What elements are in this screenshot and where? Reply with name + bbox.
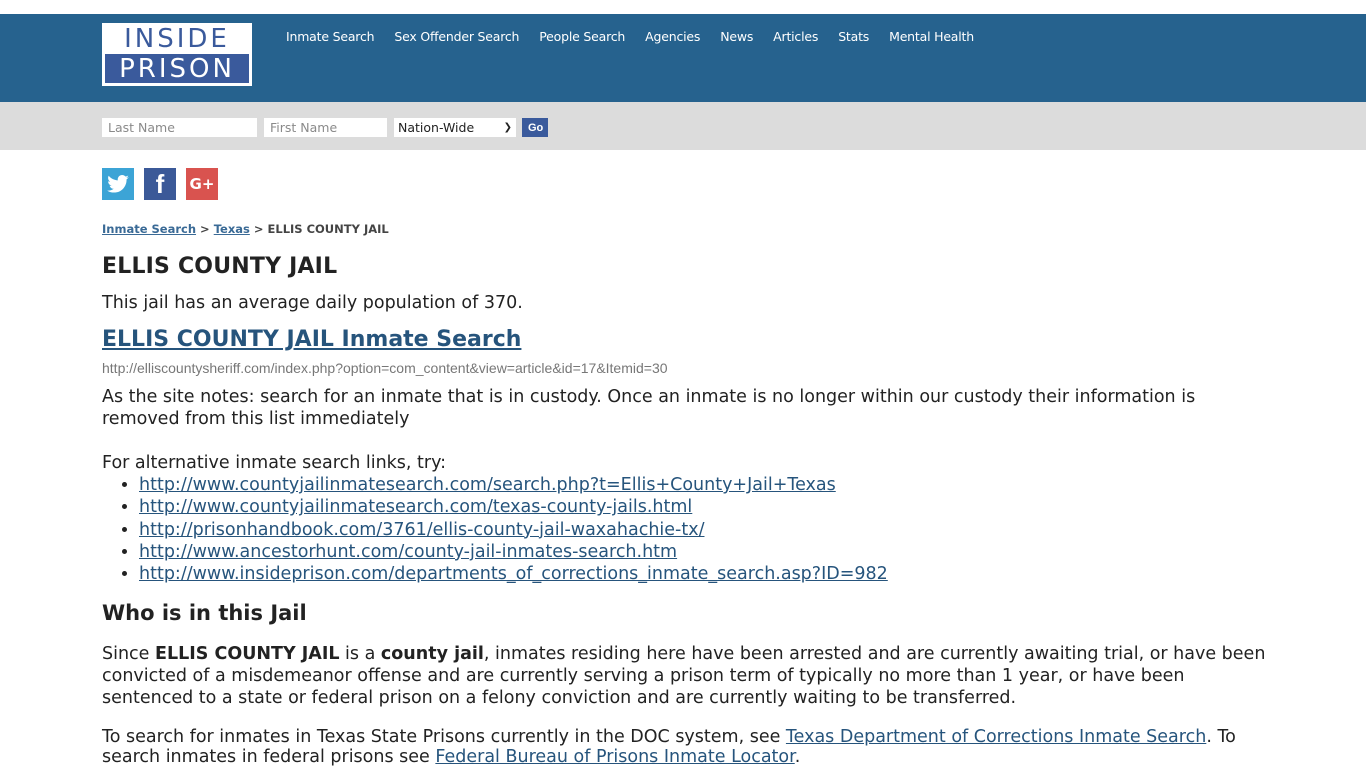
list-item: http://www.countyjailinmatesearch.com/se…: [139, 474, 1266, 496]
texas-doc-link[interactable]: Texas Department of Corrections Inmate S…: [786, 727, 1206, 747]
breadcrumb-inmate-search[interactable]: Inmate Search: [102, 222, 196, 236]
site-note: As the site notes: search for an inmate …: [102, 387, 1196, 429]
breadcrumb-current: ELLIS COUNTY JAIL: [267, 222, 389, 236]
alt-links-list: http://www.countyjailinmatesearch.com/se…: [102, 474, 1266, 585]
go-button[interactable]: Go: [522, 118, 548, 137]
jail-name-bold: ELLIS COUNTY JAIL: [155, 644, 340, 665]
breadcrumb-separator: >: [253, 222, 264, 236]
google-plus-icon[interactable]: G+: [186, 168, 218, 200]
chevron-down-icon: ❯: [503, 122, 512, 133]
jail-type-bold: county jail: [380, 644, 484, 665]
social-share: f G+: [102, 168, 1266, 200]
nav-mental-health[interactable]: Mental Health: [889, 29, 974, 44]
inmate-search-link[interactable]: ELLIS COUNTY JAIL Inmate Search: [102, 327, 521, 352]
search-bar: Nation-Wide ❯ Go: [0, 102, 1366, 150]
alt-links-intro: For alternative inmate search links, try…: [102, 453, 447, 473]
top-gap: [0, 0, 1366, 14]
scope-select[interactable]: Nation-Wide ❯: [394, 118, 516, 137]
search-url: http://elliscountysheriff.com/index.php?…: [102, 360, 668, 376]
alt-link[interactable]: http://www.insideprison.com/departments_…: [139, 564, 888, 584]
logo-text-bottom: PRISON: [105, 54, 249, 84]
logo-text-top: INSIDE: [103, 24, 251, 54]
alt-link[interactable]: http://www.countyjailinmatesearch.com/te…: [139, 497, 692, 517]
facebook-icon[interactable]: f: [144, 168, 176, 200]
alt-link[interactable]: http://www.ancestorhunt.com/county-jail-…: [139, 542, 677, 562]
nav-agencies[interactable]: Agencies: [645, 29, 700, 44]
list-item: http://prisonhandbook.com/3761/ellis-cou…: [139, 519, 1266, 541]
text: To search for inmates in Texas State Pri…: [102, 727, 786, 748]
population-text: This jail has an average daily populatio…: [102, 293, 523, 313]
main-content: f G+ Inmate Search > Texas > ELLIS COUNT…: [0, 168, 1366, 767]
nav-stats[interactable]: Stats: [838, 29, 869, 44]
nav-inmate-search[interactable]: Inmate Search: [286, 29, 375, 44]
text: .: [794, 747, 801, 768]
list-item: http://www.insideprison.com/departments_…: [139, 563, 1266, 585]
breadcrumb-texas[interactable]: Texas: [214, 222, 250, 236]
twitter-icon[interactable]: [102, 168, 134, 200]
breadcrumb-separator: >: [200, 222, 210, 236]
first-name-input[interactable]: [264, 118, 387, 137]
nav-news[interactable]: News: [720, 29, 753, 44]
doc-paragraph: To search for inmates in Texas State Pri…: [102, 727, 1266, 767]
who-heading: Who is in this Jail: [102, 601, 307, 626]
text: Since: [102, 644, 156, 665]
site-logo[interactable]: INSIDE PRISON: [102, 23, 252, 86]
main-nav: Inmate Search Sex Offender Search People…: [286, 29, 994, 44]
alt-link[interactable]: http://www.countyjailinmatesearch.com/se…: [139, 475, 836, 495]
scope-select-value: Nation-Wide: [398, 120, 475, 135]
nav-sex-offender-search[interactable]: Sex Offender Search: [394, 29, 519, 44]
text: is a: [339, 644, 381, 665]
who-paragraph: Since ELLIS COUNTY JAIL is a county jail…: [102, 643, 1266, 709]
nav-articles[interactable]: Articles: [773, 29, 818, 44]
federal-bop-link[interactable]: Federal Bureau of Prisons Inmate Locator: [435, 747, 794, 767]
list-item: http://www.ancestorhunt.com/county-jail-…: [139, 541, 1266, 563]
breadcrumb: Inmate Search > Texas > ELLIS COUNTY JAI…: [102, 222, 1266, 236]
list-item: http://www.countyjailinmatesearch.com/te…: [139, 496, 1266, 518]
last-name-input[interactable]: [102, 118, 257, 137]
page-title: ELLIS COUNTY JAIL: [102, 254, 338, 279]
nav-people-search[interactable]: People Search: [539, 29, 625, 44]
site-header: INSIDE PRISON Inmate Search Sex Offender…: [0, 14, 1366, 102]
alt-link[interactable]: http://prisonhandbook.com/3761/ellis-cou…: [139, 520, 704, 540]
